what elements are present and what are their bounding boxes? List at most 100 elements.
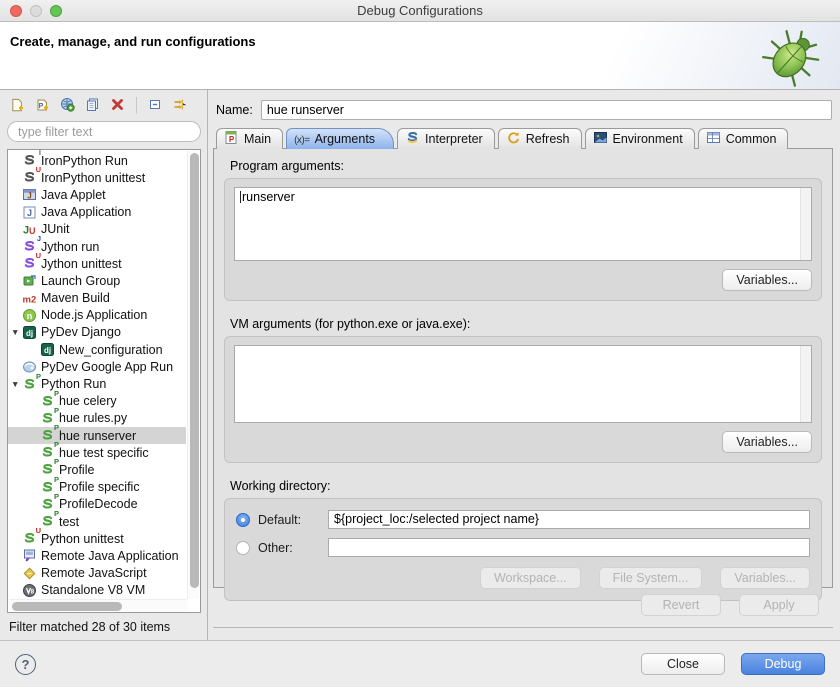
tree-item[interactable]: U IronPython unittest <box>8 169 186 186</box>
tab[interactable]: (x)= Arguments <box>286 128 394 149</box>
debug-button[interactable]: Debug <box>741 653 825 675</box>
java-applet-icon: J <box>22 187 37 202</box>
tab[interactable]: P Main <box>216 128 283 149</box>
svg-text:J: J <box>27 208 32 218</box>
name-input[interactable] <box>261 100 832 120</box>
toolbar-button[interactable]: P <box>34 97 51 114</box>
tree-item[interactable]: P ProfileDecode <box>8 496 186 513</box>
tree-item[interactable]: m2 Maven Build <box>8 290 186 307</box>
default-radio[interactable] <box>236 513 250 527</box>
tab-label: Main <box>244 132 271 146</box>
tree-item-label: hue test specific <box>59 446 149 460</box>
tree-item[interactable]: dj New_configuration <box>8 341 186 358</box>
tree-item[interactable]: PyDev Google App Run <box>8 358 186 375</box>
toolbar-button[interactable] <box>172 97 189 114</box>
tree-item[interactable]: Remote JavaScript <box>8 565 186 582</box>
tree-vertical-scrollbar[interactable] <box>187 151 199 599</box>
revert-button[interactable]: Revert <box>641 594 721 616</box>
tree-item[interactable]: J Java Application <box>8 204 186 221</box>
node-icon: n <box>22 308 37 323</box>
textarea-scrollbar[interactable] <box>800 346 811 422</box>
tree-item[interactable]: U Python unittest <box>8 530 186 547</box>
name-row: Name: <box>213 98 833 128</box>
tree-item[interactable]: P hue test specific <box>8 444 186 461</box>
tree-item[interactable]: Remote Java Application <box>8 547 186 564</box>
working-directory-button[interactable]: File System... <box>599 567 703 589</box>
tree-item[interactable]: dj PyDev Django <box>8 324 186 341</box>
export-configurations-icon <box>60 97 75 115</box>
working-directory-label: Working directory: <box>224 477 822 498</box>
expander-icon[interactable] <box>11 379 22 389</box>
working-directory-group: Default: ${project_loc:/selected project… <box>224 498 822 601</box>
header-banner: Create, manage, and run configurations <box>0 22 840 90</box>
junit-icon: JU <box>22 222 37 237</box>
tree-item[interactable]: P hue rules.py <box>8 410 186 427</box>
filter-status: Filter matched 28 of 30 items <box>7 613 201 636</box>
toolbar-button[interactable] <box>59 97 76 114</box>
expander-icon[interactable] <box>11 327 22 337</box>
tab[interactable]: Common <box>698 128 789 149</box>
tree-item[interactable]: P Python Run <box>8 375 186 392</box>
apply-button[interactable]: Apply <box>739 594 819 616</box>
toolbar-button[interactable] <box>147 97 164 114</box>
launch-group-icon <box>22 273 37 288</box>
scrollbar-thumb[interactable] <box>190 153 199 588</box>
help-button[interactable]: ? <box>15 654 36 675</box>
tree-item[interactable]: JU JUnit <box>8 221 186 238</box>
type-badge: P <box>36 373 41 381</box>
revert-apply-row: Revert Apply <box>213 588 833 622</box>
close-window-button[interactable] <box>10 5 22 17</box>
filter-input[interactable] <box>7 121 201 142</box>
banner-title: Create, manage, and run configurations <box>10 34 256 49</box>
tree-item[interactable]: P hue celery <box>8 393 186 410</box>
delete-icon <box>110 97 125 115</box>
tree-item[interactable]: U Jython unittest <box>8 255 186 272</box>
working-directory-button[interactable]: Workspace... <box>480 567 581 589</box>
program-arguments-label: Program arguments: <box>224 157 822 178</box>
vm-arguments-variables-button[interactable]: Variables... <box>722 431 812 453</box>
toolbar-button[interactable] <box>9 97 26 114</box>
tab[interactable]: Interpreter <box>397 128 495 149</box>
python-icon <box>22 377 37 392</box>
configurations-tree: I IronPython Run U IronPython unittest J… <box>7 149 201 613</box>
tree-item[interactable]: P Profile <box>8 461 186 478</box>
default-directory-field[interactable]: ${project_loc:/selected project name} <box>328 510 810 529</box>
tree-item[interactable]: P Profile specific <box>8 479 186 496</box>
tab[interactable]: Refresh <box>498 128 582 149</box>
other-radio[interactable] <box>236 541 250 555</box>
tree-item[interactable]: J Java Applet <box>8 186 186 203</box>
tree-item[interactable]: n Node.js Application <box>8 307 186 324</box>
tree-item-label: Java Application <box>41 205 131 219</box>
program-arguments-variables-button[interactable]: Variables... <box>722 269 812 291</box>
toolbar-button[interactable] <box>84 97 101 114</box>
tree-item[interactable]: 8 Standalone V8 VM <box>8 582 186 599</box>
working-directory-button[interactable]: Variables... <box>720 567 810 589</box>
default-label: Default: <box>258 513 320 527</box>
gae-icon <box>22 359 37 374</box>
tab[interactable]: Environment <box>585 128 695 149</box>
filter-menu-icon <box>173 97 188 115</box>
tree-item-label: hue celery <box>59 394 117 408</box>
type-badge: P <box>54 476 59 484</box>
close-button[interactable]: Close <box>641 653 725 675</box>
vm-arguments-label: VM arguments (for python.exe or java.exe… <box>224 315 822 336</box>
common-tab-icon <box>706 130 721 148</box>
type-badge: P <box>54 407 59 415</box>
tree-item[interactable]: Launch Group <box>8 272 186 289</box>
python-icon <box>40 445 55 460</box>
tree-horizontal-scrollbar[interactable] <box>9 599 187 611</box>
tree-item-label: Python Run <box>41 377 106 391</box>
tree-item-label: Java Applet <box>41 188 106 202</box>
other-directory-field[interactable] <box>328 538 810 557</box>
toolbar-button[interactable] <box>109 97 126 114</box>
tree-item-label: Python unittest <box>41 532 124 546</box>
program-arguments-textarea[interactable]: runserver <box>234 187 812 261</box>
svg-text:P: P <box>229 135 235 144</box>
zoom-window-button[interactable] <box>50 5 62 17</box>
sidebar-toolbar: P <box>7 95 201 121</box>
tree-item[interactable]: P hue runserver <box>8 427 186 444</box>
vm-arguments-textarea[interactable] <box>234 345 812 423</box>
scrollbar-thumb[interactable] <box>12 602 122 611</box>
tree-item-label: Remote JavaScript <box>41 566 147 580</box>
textarea-scrollbar[interactable] <box>800 188 811 260</box>
